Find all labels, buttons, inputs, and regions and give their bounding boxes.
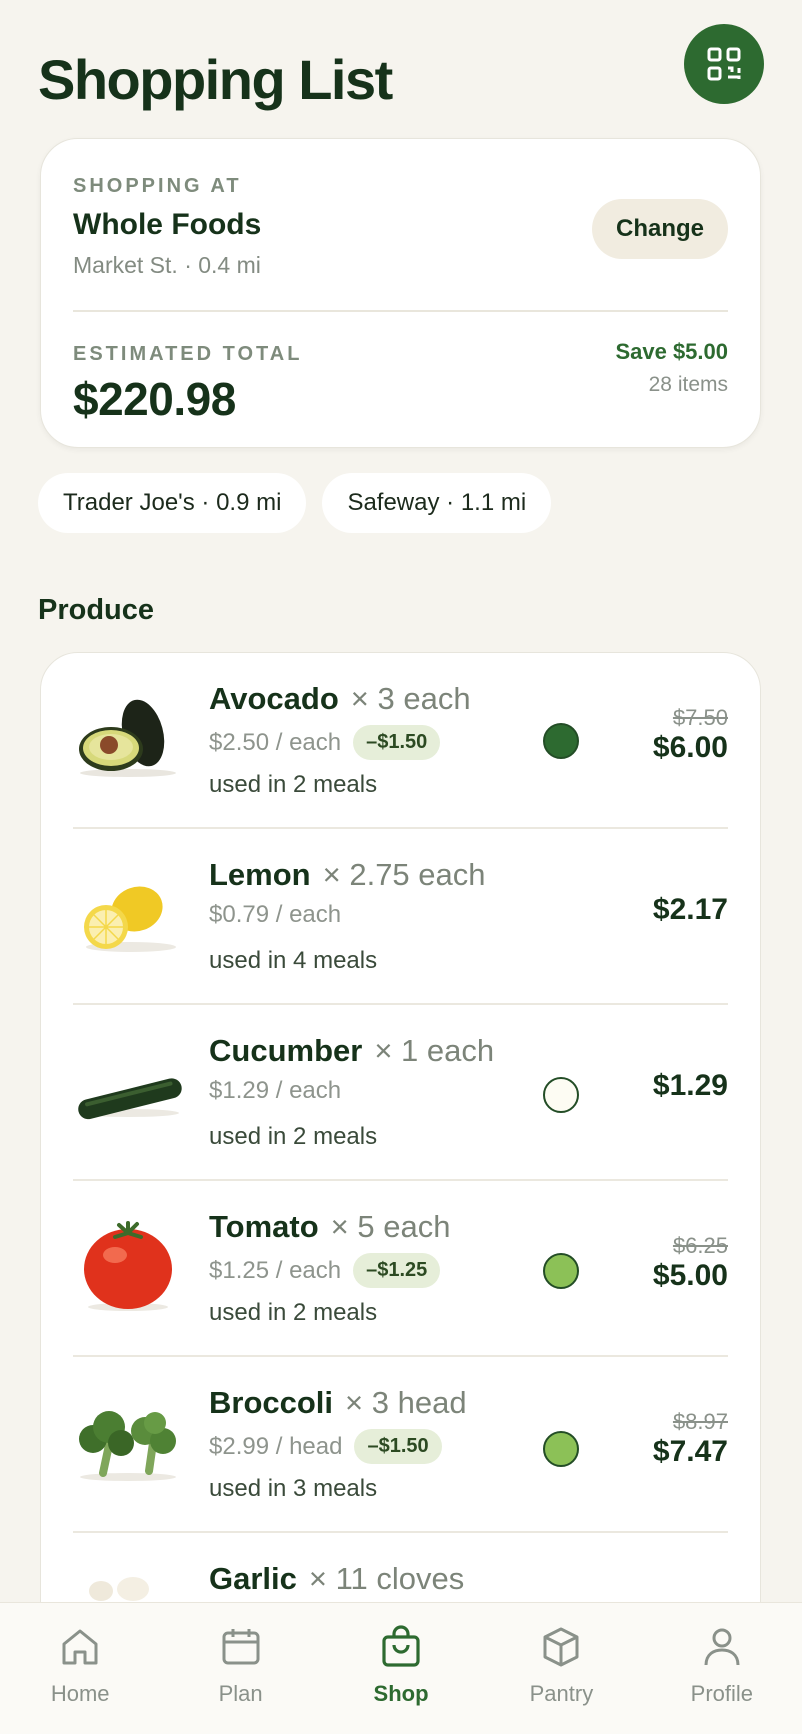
store-location: Market St. · 0.4 mi — [73, 252, 261, 278]
list-item[interactable]: Tomato × 5 each $1.25 / each –$1.25 used … — [41, 1181, 760, 1357]
item-price: $7.47 — [652, 1435, 728, 1468]
list-item[interactable]: Broccoli × 3 head $2.99 / head –$1.50 use… — [41, 1357, 760, 1533]
item-name: Lemon — [209, 857, 311, 892]
item-name: Broccoli — [209, 1385, 334, 1420]
cucumber-image — [78, 1078, 182, 1120]
store-chip-trader-joes[interactable]: Trader Joe's · 0.9 mi — [38, 473, 307, 533]
item-quantity: × 2.75 each — [322, 857, 486, 892]
estimated-total-label: ESTIMATED TOTAL — [73, 343, 303, 365]
list-item[interactable]: Avocado × 3 each $2.50 / each –$1.50 used… — [41, 653, 760, 829]
tab-home[interactable]: Home — [0, 1603, 160, 1734]
store-name: Whole Foods — [73, 208, 262, 241]
bottom-tab-bar: Home Plan Shop Pantry Profile — [0, 1602, 802, 1734]
item-quantity: × 3 head — [345, 1385, 467, 1420]
list-item[interactable]: Lemon × 2.75 each $0.79 / each used in 4 … — [41, 829, 760, 1005]
home-icon — [62, 1629, 98, 1665]
estimated-total: $220.98 — [73, 373, 236, 425]
list-item[interactable]: Cucumber × 1 each $1.29 / each used in 2 … — [41, 1005, 760, 1181]
tab-profile[interactable]: Profile — [642, 1603, 802, 1734]
shopping-bag-icon — [382, 1625, 420, 1667]
tab-label: Plan — [218, 1681, 263, 1706]
item-price: $1.29 — [652, 1069, 728, 1102]
discount-badge: –$1.25 — [353, 1253, 441, 1288]
item-quantity: × 3 each — [350, 681, 471, 716]
shopping-at-label: SHOPPING AT — [73, 175, 242, 197]
unit-price: $2.99 / head — [209, 1432, 343, 1460]
item-price: $6.00 — [652, 731, 728, 764]
item-price: $5.00 — [652, 1259, 728, 1292]
item-name: Tomato — [209, 1209, 319, 1244]
tab-plan[interactable]: Plan — [160, 1603, 320, 1734]
unit-price: $2.50 / each — [209, 728, 342, 756]
original-price: $6.25 — [672, 1233, 728, 1258]
box-icon — [543, 1627, 579, 1667]
store-chip-safeway[interactable]: Safeway · 1.1 mi — [322, 473, 552, 533]
produce-list: Avocado × 3 each $2.50 / each –$1.50 used… — [40, 652, 761, 1734]
unit-price: $1.25 / each — [209, 1256, 342, 1284]
store-card: SHOPPING AT Whole Foods Market St. · 0.4… — [40, 138, 761, 448]
alternative-stores: Trader Joe's · 0.9 mi Safeway · 1.1 mi — [38, 473, 552, 533]
tab-label: Profile — [690, 1681, 753, 1706]
status-checkbox[interactable] — [543, 723, 579, 759]
status-checkbox[interactable] — [543, 1077, 579, 1113]
item-quantity: × 11 cloves — [308, 1561, 465, 1596]
item-quantity: × 5 each — [330, 1209, 451, 1244]
discount-badge: –$1.50 — [353, 725, 441, 760]
item-name: Avocado — [209, 681, 339, 716]
item-price: $2.17 — [652, 893, 728, 926]
meal-usage: used in 2 meals — [209, 1299, 378, 1326]
section-title: Produce — [38, 594, 155, 626]
original-price: $7.50 — [672, 705, 728, 730]
item-quantity: × 1 each — [374, 1033, 495, 1068]
page-title: Shopping List — [38, 48, 393, 111]
qr-code-button[interactable] — [684, 24, 764, 104]
tab-pantry[interactable]: Pantry — [481, 1603, 641, 1734]
broccoli-image — [79, 1411, 176, 1481]
tab-label: Home — [50, 1681, 110, 1706]
user-icon — [704, 1628, 740, 1666]
meal-usage: used in 2 meals — [209, 1123, 378, 1150]
status-checkbox[interactable] — [543, 1431, 579, 1467]
item-name: Garlic — [209, 1561, 297, 1596]
item-name: Cucumber — [209, 1033, 363, 1068]
discount-badge: –$1.50 — [354, 1429, 442, 1464]
unit-price: $1.29 / each — [209, 1077, 342, 1104]
tab-label: Pantry — [529, 1681, 594, 1706]
tomato-image — [84, 1221, 172, 1311]
divider — [73, 310, 728, 312]
header: Shopping List — [38, 24, 764, 120]
items-count: 28 items — [648, 373, 728, 396]
tab-shop[interactable]: Shop — [321, 1603, 481, 1734]
meal-usage: used in 2 meals — [209, 771, 378, 798]
avocado-image — [79, 699, 176, 777]
unit-price: $0.79 / each — [209, 901, 342, 928]
lemon-image — [84, 886, 176, 952]
savings-amount: Save $5.00 — [615, 339, 728, 364]
meal-usage: used in 4 meals — [209, 947, 378, 974]
qr-code-icon — [707, 47, 741, 81]
meal-usage: used in 3 meals — [209, 1475, 378, 1502]
status-checkbox[interactable] — [543, 1253, 579, 1289]
change-store-button[interactable]: Change — [592, 199, 728, 259]
tab-label: Shop — [373, 1681, 429, 1706]
original-price: $8.97 — [672, 1409, 728, 1434]
calendar-icon — [222, 1629, 260, 1665]
